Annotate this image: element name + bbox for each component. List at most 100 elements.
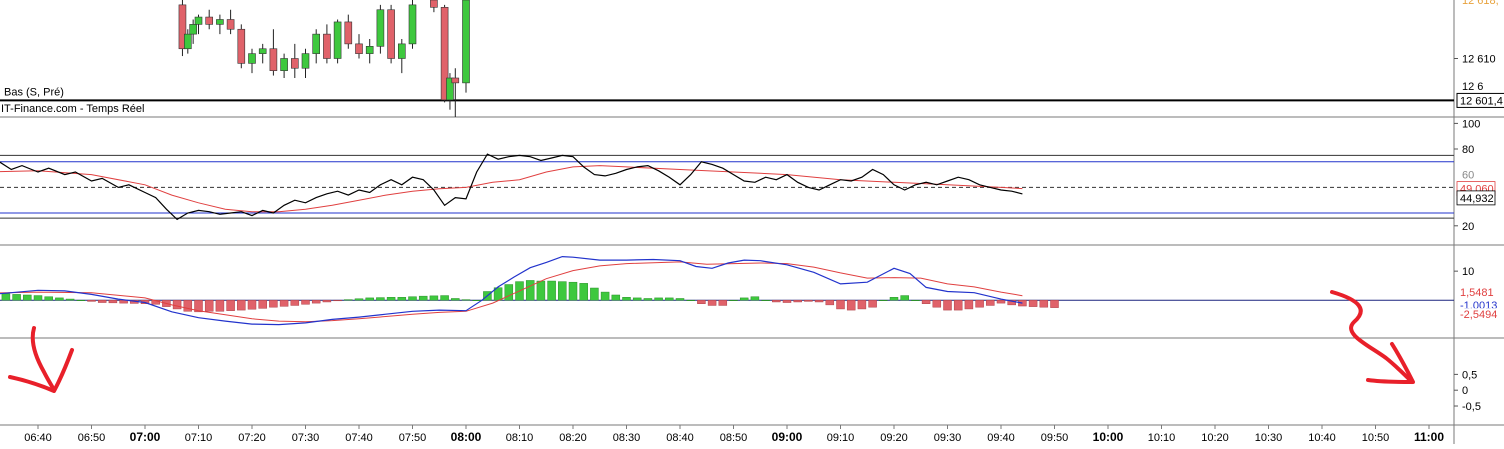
macd-histogram-bar xyxy=(814,299,824,303)
macd-histogram-bar xyxy=(996,299,1006,304)
candle-body xyxy=(451,77,460,84)
macd-histogram-bar xyxy=(590,287,599,301)
macd-value-label: -2,5494 xyxy=(1460,309,1497,321)
candle-body xyxy=(323,33,331,59)
macd-histogram-bar xyxy=(418,295,428,301)
candle-body xyxy=(269,48,278,71)
macd-histogram-bar xyxy=(921,299,931,304)
candle-body xyxy=(397,43,406,59)
candle-body xyxy=(216,19,224,25)
rsi-tick-label: 80 xyxy=(1462,144,1474,156)
macd-histogram-bar xyxy=(900,295,909,301)
macd-histogram-bar xyxy=(333,299,342,302)
momentum-tick-label: 0 xyxy=(1462,385,1468,397)
rsi-tick-label: 100 xyxy=(1462,118,1480,130)
macd-value-label: 1,5481 xyxy=(1460,287,1494,299)
time-tick-label: 09:40 xyxy=(987,432,1015,444)
macd-histogram-bar xyxy=(247,299,257,310)
macd-histogram-bar xyxy=(44,296,53,301)
macd-histogram-bar xyxy=(397,297,407,301)
candle-body xyxy=(430,0,438,8)
macd-histogram-bar xyxy=(857,299,867,310)
time-tick-label: 07:20 xyxy=(238,432,266,444)
macd-histogram-bar xyxy=(932,299,942,308)
macd-histogram-bar xyxy=(108,299,118,304)
macd-histogram-bar xyxy=(600,291,610,301)
macd-histogram-bar xyxy=(975,299,984,308)
macd-histogram-bar xyxy=(472,299,481,301)
macd-histogram-bar xyxy=(23,294,32,301)
macd-histogram-bar xyxy=(183,299,193,312)
macd-histogram-bar xyxy=(269,299,278,308)
macd-histogram-bar xyxy=(525,280,535,301)
time-tick-label: 06:40 xyxy=(24,432,52,444)
macd-histogram-bar xyxy=(643,298,653,301)
time-tick-label: 09:30 xyxy=(934,432,962,444)
macd-histogram-bar xyxy=(504,284,514,301)
time-tick-label: 09:00 xyxy=(772,430,803,444)
candle-body xyxy=(355,43,363,54)
macd-tick-label: 10 xyxy=(1462,266,1474,278)
candle-body xyxy=(344,21,353,45)
time-tick-label: 09:10 xyxy=(827,432,855,444)
time-tick-label: 10:50 xyxy=(1362,432,1390,444)
macd-histogram-bar xyxy=(365,297,374,301)
rsi-partial-tick-label: 60 xyxy=(1462,170,1474,182)
macd-histogram-bar xyxy=(461,299,471,301)
momentum-tick-label: 0,5 xyxy=(1462,369,1477,381)
macd-histogram-bar xyxy=(964,299,974,310)
macd-histogram-bar xyxy=(665,297,674,301)
macd-histogram-bar xyxy=(868,299,877,308)
macd-histogram-bar xyxy=(87,299,96,302)
macd-histogram-bar xyxy=(718,299,728,306)
macd-histogram-bar xyxy=(258,299,267,309)
macd-histogram-bar xyxy=(579,283,588,301)
chart-stage: 12 610 12 618, 12 6 Bas (S, Pré) 12 601,4 I… xyxy=(0,0,1504,444)
rsi-value-label: 44,932 xyxy=(1460,193,1494,205)
time-tick-label: 10:00 xyxy=(1093,430,1124,444)
time-tick-label: 11:00 xyxy=(1414,430,1444,444)
candle-body xyxy=(258,48,267,54)
macd-histogram-bar xyxy=(547,280,556,301)
macd-histogram-bar xyxy=(322,299,332,303)
macd-histogram-bar xyxy=(536,280,546,301)
support-line-label: Bas (S, Pré) xyxy=(4,86,64,98)
time-tick-label: 07:30 xyxy=(292,432,320,444)
macd-histogram-bar xyxy=(408,296,417,301)
macd-histogram-bar xyxy=(237,299,246,311)
macd-histogram-bar xyxy=(1039,299,1049,308)
time-tick-label: 08:00 xyxy=(451,430,482,444)
time-tick-label: 10:20 xyxy=(1201,432,1229,444)
macd-histogram-bar xyxy=(204,299,214,312)
time-tick-label: 07:00 xyxy=(130,430,161,444)
macd-histogram-bar xyxy=(772,299,781,303)
macd-histogram-bar xyxy=(846,299,856,311)
macd-histogram-bar xyxy=(429,295,439,301)
macd-histogram-bar xyxy=(76,299,86,301)
macd-histogram-bar xyxy=(686,299,695,301)
candle-body xyxy=(462,0,470,84)
macd-histogram-bar xyxy=(376,297,385,301)
macd-histogram-bar xyxy=(729,299,738,301)
momentum-tick-label: -0,5 xyxy=(1462,401,1481,413)
time-tick-label: 10:10 xyxy=(1148,432,1176,444)
chart-background xyxy=(0,0,1504,444)
macd-histogram-bar xyxy=(836,299,845,310)
macd-histogram-bar xyxy=(632,297,642,301)
candle-body xyxy=(205,16,213,25)
price-tick-label: 12 610 xyxy=(1462,54,1496,66)
macd-histogram-bar xyxy=(311,299,321,304)
macd-histogram-bar xyxy=(279,299,289,307)
candle-body xyxy=(248,53,256,64)
macd-histogram-bar xyxy=(793,299,802,303)
support-value-label: 12 601,4 xyxy=(1460,95,1503,107)
time-tick-label: 09:20 xyxy=(880,432,908,444)
price-partial-tick-label: 12 618, xyxy=(1462,0,1499,7)
macd-histogram-bar xyxy=(675,298,685,301)
candle-body xyxy=(237,28,246,64)
macd-histogram-bar xyxy=(611,294,621,301)
time-tick-label: 10:40 xyxy=(1308,432,1336,444)
candle-body xyxy=(333,21,342,59)
candle-body xyxy=(280,58,288,71)
macd-histogram-bar xyxy=(739,297,749,301)
